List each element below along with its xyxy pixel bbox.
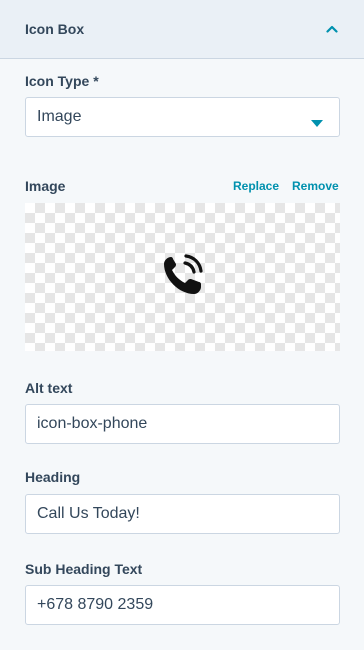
icon-type-label: Icon Type * — [25, 73, 99, 89]
image-label: Image — [25, 178, 66, 194]
icon-type-select[interactable]: Image — [25, 97, 340, 137]
icon-box-panel: Icon Box Icon Type * Image Image Replace… — [0, 0, 364, 650]
caret-down-icon — [311, 114, 323, 132]
section-title: Icon Box — [25, 21, 85, 37]
remove-link[interactable]: Remove — [292, 179, 339, 193]
icon-type-value: Image — [37, 108, 82, 125]
section-header[interactable]: Icon Box — [0, 0, 364, 59]
heading-input[interactable]: Call Us Today! — [25, 494, 340, 534]
alt-text-input[interactable]: icon-box-phone — [25, 404, 340, 444]
replace-link[interactable]: Replace — [233, 179, 279, 193]
image-preview[interactable] — [25, 203, 340, 351]
heading-label: Heading — [25, 469, 81, 485]
heading-value: Call Us Today! — [37, 505, 140, 522]
phone-ringing-icon — [159, 251, 207, 304]
sub-heading-value: +678 8790 2359 — [37, 596, 154, 613]
alt-text-value: icon-box-phone — [37, 415, 148, 432]
sub-heading-label: Sub Heading Text — [25, 561, 143, 577]
chevron-up-icon[interactable] — [324, 21, 340, 37]
sub-heading-input[interactable]: +678 8790 2359 — [25, 585, 340, 625]
alt-text-label: Alt text — [25, 380, 73, 396]
